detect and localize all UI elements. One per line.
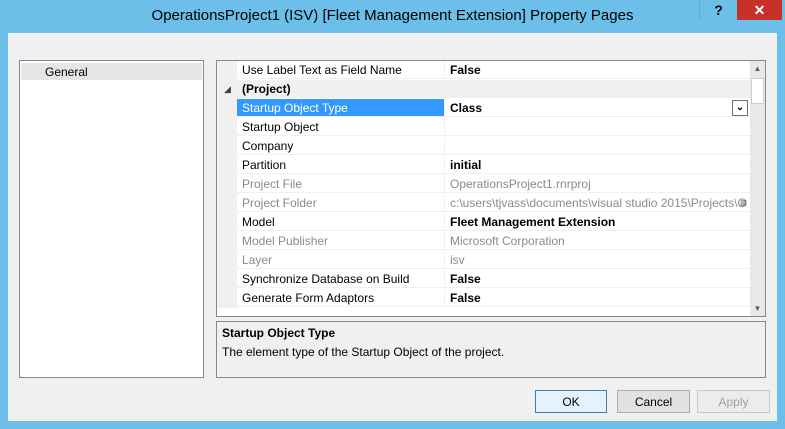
property-name: Project File xyxy=(237,175,445,193)
property-value-text: c:\users\tjvass\documents\visual studio … xyxy=(450,196,747,210)
category-row-project[interactable]: ◢ (Project) xyxy=(217,80,750,99)
description-title: Startup Object Type xyxy=(222,326,336,340)
property-row[interactable]: Use Label Text as Field Name False xyxy=(217,61,750,80)
help-button[interactable]: ? xyxy=(699,0,737,20)
property-name: Company xyxy=(237,137,445,155)
category-item-label: General xyxy=(45,65,88,79)
ok-button[interactable]: OK xyxy=(535,390,607,413)
property-value[interactable]: initial xyxy=(445,156,750,174)
cancel-button[interactable]: Cancel xyxy=(617,390,690,413)
property-grid: Use Label Text as Field Name False ◢ (Pr… xyxy=(216,60,766,317)
property-row[interactable]: Project Folder c:\users\tjvass\documents… xyxy=(217,194,750,213)
property-value-text: Class xyxy=(450,101,483,115)
collapse-triangle-icon[interactable]: ◢ xyxy=(224,84,231,95)
property-name: Model xyxy=(237,213,445,231)
property-row[interactable]: Layer isv xyxy=(217,251,750,270)
property-name: Project Folder xyxy=(237,194,445,212)
property-value[interactable] xyxy=(445,118,750,136)
property-pages-window: OperationsProject1 (ISV) [Fleet Manageme… xyxy=(0,0,785,429)
property-value: OperationsProject1.rnrproj xyxy=(445,175,750,193)
property-name: Startup Object xyxy=(237,118,445,136)
property-value[interactable]: False xyxy=(445,289,750,307)
property-name: Use Label Text as Field Name xyxy=(237,61,445,79)
property-value: isv xyxy=(445,251,750,269)
property-value[interactable]: False xyxy=(445,270,750,288)
category-name: (Project) xyxy=(237,80,445,98)
property-row[interactable]: Partition initial xyxy=(217,156,750,175)
category-list: General xyxy=(19,60,204,378)
chevron-down-icon[interactable]: ⌄ xyxy=(732,100,748,116)
property-value[interactable]: Fleet Management Extension xyxy=(445,213,750,231)
window-title: OperationsProject1 (ISV) [Fleet Manageme… xyxy=(151,7,634,24)
close-button[interactable]: ✕ xyxy=(737,0,782,20)
category-item-general[interactable]: General xyxy=(21,63,202,80)
description-text: The element type of the Startup Object o… xyxy=(222,345,505,359)
property-name: Generate Form Adaptors xyxy=(237,289,445,307)
apply-button[interactable]: Apply xyxy=(697,390,770,413)
scroll-up-icon[interactable]: ▲ xyxy=(750,61,765,76)
property-row[interactable]: Model Publisher Microsoft Corporation xyxy=(217,232,750,251)
vertical-scrollbar[interactable]: ▲ ▼ xyxy=(750,61,765,316)
property-row[interactable]: Synchronize Database on Build False xyxy=(217,270,750,289)
property-value: c:\users\tjvass\documents\visual studio … xyxy=(445,194,750,212)
property-row[interactable]: Startup Object xyxy=(217,118,750,137)
property-name: Startup Object Type xyxy=(237,99,445,117)
property-row[interactable]: Generate Form Adaptors False xyxy=(217,289,750,308)
scrollbar-thumb[interactable] xyxy=(751,78,764,104)
description-panel: Startup Object Type The element type of … xyxy=(216,321,766,378)
property-value[interactable] xyxy=(445,137,750,155)
property-row-selected[interactable]: Startup Object Type Class ⌄ xyxy=(217,99,750,118)
property-value[interactable]: Class ⌄ xyxy=(445,99,750,117)
scroll-down-icon[interactable]: ▼ xyxy=(750,301,765,316)
property-row[interactable]: Company xyxy=(217,137,750,156)
property-name: Layer xyxy=(237,251,445,269)
dialog-body: General Use Label Text as Field Name Fal… xyxy=(8,33,777,421)
property-row[interactable]: Project File OperationsProject1.rnrproj xyxy=(217,175,750,194)
property-name: Partition xyxy=(237,156,445,174)
ellipsis-icon[interactable]: ≡ xyxy=(740,194,747,211)
title-bar[interactable]: OperationsProject1 (ISV) [Fleet Manageme… xyxy=(0,0,785,32)
property-name: Model Publisher xyxy=(237,232,445,250)
property-name: Synchronize Database on Build xyxy=(237,270,445,288)
property-value[interactable]: False xyxy=(445,61,750,79)
property-row[interactable]: Model Fleet Management Extension xyxy=(217,213,750,232)
property-value: Microsoft Corporation xyxy=(445,232,750,250)
